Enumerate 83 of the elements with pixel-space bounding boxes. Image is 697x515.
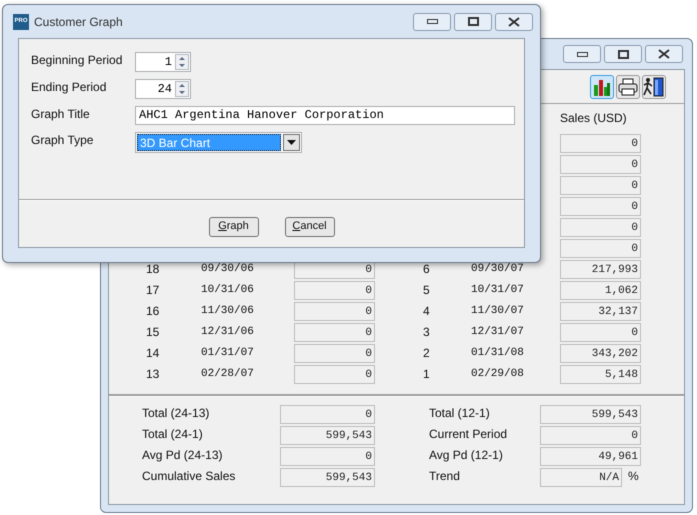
total-label: Total (12-1) (429, 405, 491, 422)
value-field: 217,993 (560, 260, 641, 279)
spinner-arrows-icon (175, 81, 189, 97)
period-number: 3 (423, 324, 431, 341)
total-label: Current Period (429, 426, 508, 443)
value-field: 0 (540, 426, 641, 445)
spinner-arrows-icon (175, 54, 189, 70)
minimize-button[interactable] (413, 12, 451, 30)
value-field: 32,137 (560, 302, 641, 321)
dialog-button[interactable]: Cancel (284, 216, 334, 236)
value-field: 1,062 (560, 281, 641, 300)
exit-door-icon (643, 76, 665, 96)
period-date: 12/31/06 (201, 325, 255, 340)
value-field: 0 (560, 155, 641, 174)
minimize-button[interactable] (563, 45, 601, 63)
total-label: Avg Pd (24-13) (142, 447, 224, 464)
period-number: 17 (146, 282, 160, 299)
period-date: 12/31/07 (471, 325, 525, 340)
period-date: 10/31/06 (201, 283, 255, 298)
total-label: Cumulative Sales (142, 468, 236, 485)
value-field: 0 (560, 134, 641, 153)
toolbar-button[interactable] (642, 74, 666, 98)
value-field: N/A (540, 468, 622, 487)
value-field: 5,148 (560, 365, 641, 384)
dialog-button[interactable]: Graph (208, 216, 258, 236)
value-field: 0 (560, 218, 641, 237)
value-field: 0 (294, 365, 375, 384)
value-field: 0 (560, 323, 641, 342)
spinner-field[interactable]: 24 (135, 79, 191, 99)
period-number: 4 (423, 303, 431, 320)
close-icon (658, 49, 670, 59)
period-number: 2 (423, 345, 431, 362)
window-title: Customer Graph (34, 14, 124, 30)
maximize-button[interactable] (454, 12, 492, 30)
total-label: Total (24-1) (142, 426, 204, 443)
value-field: 0 (280, 405, 375, 424)
value-field: 599,543 (280, 426, 375, 445)
period-number: 5 (423, 282, 431, 299)
period-date: 02/29/08 (471, 367, 525, 382)
column-header: Sales (USD) (560, 110, 627, 127)
spinner-field[interactable]: 1 (135, 52, 191, 72)
period-number: 6 (423, 261, 431, 278)
total-label: Trend (429, 468, 461, 485)
value-field: 0 (294, 281, 375, 300)
graph-title-field[interactable]: AHC1 Argentina Hanover Corporation (135, 106, 515, 125)
total-label: Total (24-13) (142, 405, 210, 422)
close-button[interactable] (495, 12, 533, 30)
printer-icon (618, 78, 638, 96)
field-label: Graph Type (31, 132, 94, 148)
period-number: 18 (146, 261, 160, 278)
value-field: 0 (560, 239, 641, 258)
period-date: 09/30/06 (201, 262, 255, 277)
value-field: 0 (294, 302, 375, 321)
value-field: 343,202 (560, 344, 641, 363)
period-number: 16 (146, 303, 160, 320)
value-field: 599,543 (280, 468, 375, 487)
field-label: Ending Period (31, 79, 108, 95)
close-button[interactable] (645, 45, 683, 63)
period-date: 01/31/07 (201, 346, 255, 361)
value-field: 0 (560, 197, 641, 216)
value-field: 49,961 (540, 447, 641, 466)
value-field: 0 (294, 344, 375, 363)
close-icon (508, 16, 520, 26)
field-label: Graph Title (31, 106, 91, 122)
period-date: 10/31/07 (471, 283, 525, 298)
period-date: 02/28/07 (201, 367, 255, 382)
value-field: 0 (294, 323, 375, 342)
value-field: 0 (280, 447, 375, 466)
total-label: Avg Pd (12-1) (429, 447, 504, 464)
field-label: Beginning Period (31, 52, 124, 68)
period-date: 09/30/07 (471, 262, 525, 277)
period-number: 13 (146, 366, 160, 383)
period-date: 11/30/06 (201, 304, 255, 319)
value-field: 599,543 (540, 405, 641, 424)
period-number: 14 (146, 345, 160, 362)
period-date: 11/30/07 (471, 304, 525, 319)
period-number: 1 (423, 366, 431, 383)
maximize-button[interactable] (604, 45, 642, 63)
toolbar-button[interactable] (616, 74, 640, 98)
period-date: 01/31/08 (471, 346, 525, 361)
value-field: 0 (560, 176, 641, 195)
period-number: 15 (146, 324, 160, 341)
percent-unit: % (628, 468, 639, 485)
